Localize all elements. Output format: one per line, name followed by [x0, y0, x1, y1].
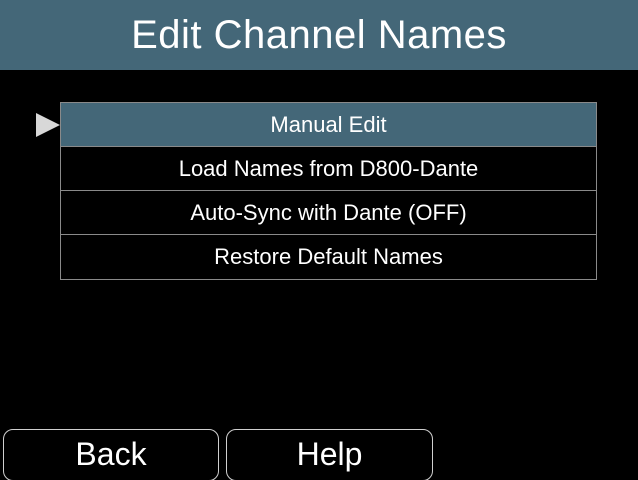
menu-item-load-names[interactable]: Load Names from D800-Dante [61, 147, 596, 191]
menu-item-label: Load Names from D800-Dante [178, 155, 479, 181]
menu-item-auto-sync[interactable]: Auto-Sync with Dante (OFF) [61, 191, 596, 235]
menu-item-label: Restore Default Names [214, 244, 443, 269]
back-button[interactable]: Back [3, 429, 219, 480]
triangle-pointer-icon [36, 113, 60, 137]
menu-item-label: Manual Edit [270, 111, 387, 137]
title-bar: Edit Channel Names [0, 0, 638, 70]
menu-item-manual-edit[interactable]: Manual Edit [61, 103, 596, 147]
help-button[interactable]: Help [226, 429, 433, 480]
help-button-label: Help [296, 435, 363, 472]
menu-list: Manual Edit Load Names from D800-Dante A… [60, 102, 597, 280]
screen: Edit Channel Names Manual Edit Load Name… [0, 0, 638, 480]
menu-item-label: Auto-Sync with Dante (OFF) [190, 199, 467, 225]
back-button-label: Back [75, 435, 147, 472]
page-title: Edit Channel Names [131, 12, 507, 57]
menu-item-restore-defaults[interactable]: Restore Default Names [61, 235, 596, 279]
